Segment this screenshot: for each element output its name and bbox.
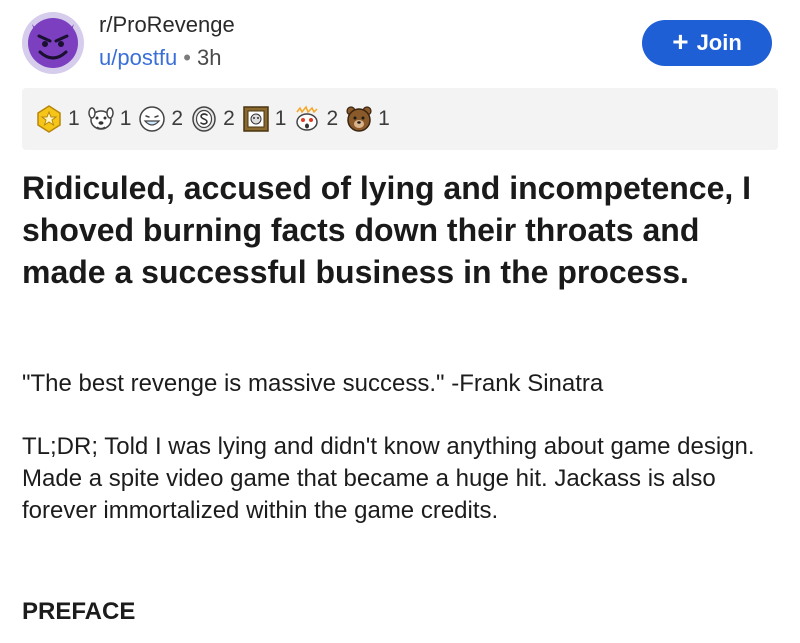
- plus-icon: +: [672, 26, 689, 57]
- post-header: r/ProRevenge u/postfu • 3h + Join: [22, 8, 778, 78]
- framed-picture-award-icon: [243, 106, 269, 132]
- awards-bar[interactable]: 1 1 2 2 1 2 1: [22, 88, 778, 150]
- dog-face-award-icon: [87, 107, 114, 130]
- devil-face-icon: [28, 18, 78, 68]
- award-item[interactable]: 1: [34, 104, 80, 134]
- award-count: 2: [326, 107, 339, 130]
- coin-award-icon: [192, 106, 216, 132]
- award-item[interactable]: 2: [137, 104, 183, 134]
- post-meta: u/postfu • 3h: [99, 45, 221, 71]
- post-quote: "The best revenge is massive success." -…: [22, 370, 604, 397]
- join-button[interactable]: + Join: [642, 20, 772, 66]
- post-tldr: TL;DR; Told I was lying and didn't know …: [22, 433, 755, 524]
- laughing-face-award-icon: [139, 106, 166, 132]
- subreddit-name[interactable]: r/ProRevenge: [99, 12, 235, 38]
- award-item[interactable]: 2: [292, 104, 338, 134]
- award-count: 2: [171, 107, 184, 130]
- star-award-icon: [37, 105, 61, 133]
- post-title: Ridiculed, accused of lying and incompet…: [22, 170, 752, 290]
- section-heading: PREFACE: [22, 598, 136, 625]
- post-age: 3h: [196, 45, 222, 70]
- award-count: 1: [378, 107, 390, 130]
- award-count: 1: [119, 107, 132, 130]
- award-count: 1: [274, 107, 287, 130]
- shocked-snoo-award-icon: [296, 105, 319, 131]
- award-count: 1: [68, 107, 80, 130]
- join-label: Join: [696, 30, 742, 55]
- bear-award-icon: [346, 106, 372, 132]
- meta-separator: •: [183, 45, 191, 70]
- award-item[interactable]: 1: [344, 104, 390, 134]
- author-link[interactable]: u/postfu: [99, 45, 177, 70]
- award-item[interactable]: 1: [86, 104, 132, 134]
- subreddit-avatar[interactable]: [22, 12, 84, 74]
- award-item[interactable]: 2: [189, 104, 235, 134]
- award-count: 2: [223, 107, 235, 130]
- award-item[interactable]: 1: [241, 104, 287, 134]
